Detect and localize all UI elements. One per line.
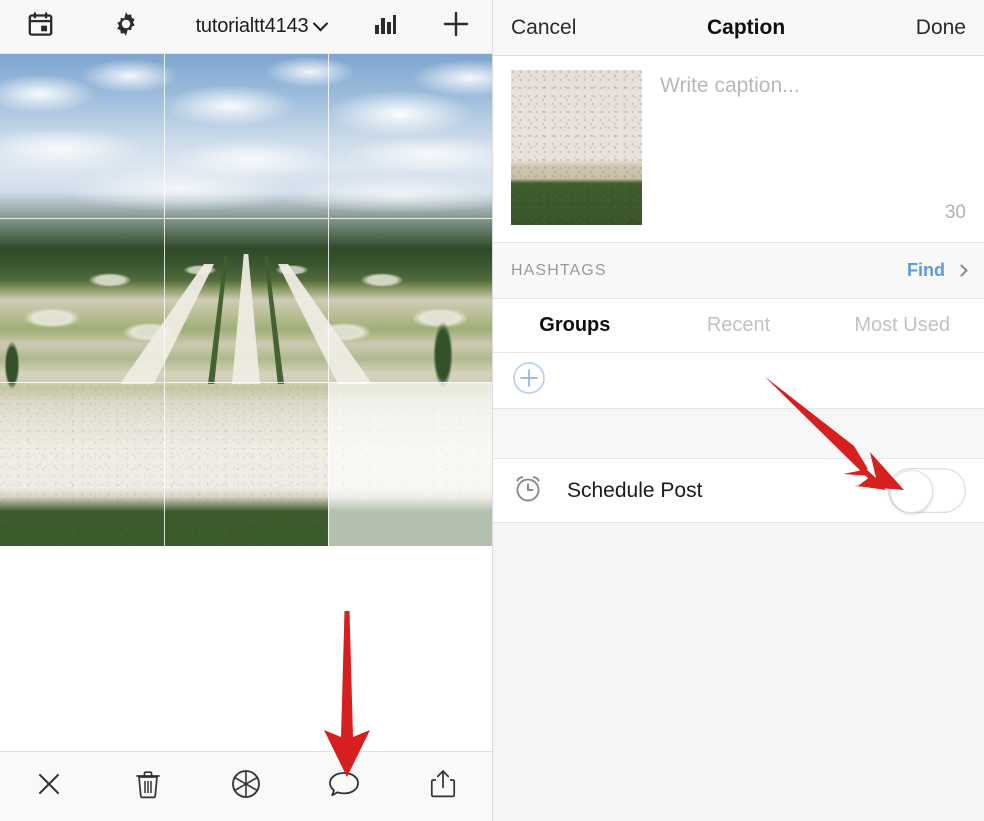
panel-background <box>493 523 984 821</box>
editor-panel: tutorialtt4143 <box>0 0 492 821</box>
aperture-icon <box>230 768 262 805</box>
calendar-icon <box>27 11 54 43</box>
caption-button[interactable] <box>295 752 393 821</box>
filters-button[interactable] <box>197 752 295 821</box>
find-hashtags-button[interactable]: Find <box>907 260 968 281</box>
tab-groups[interactable]: Groups <box>493 314 657 337</box>
sky-clouds <box>0 54 492 254</box>
crop-gridline-vertical-1 <box>164 54 165 546</box>
chevron-down-icon <box>313 15 329 32</box>
cancel-button[interactable]: Cancel <box>511 16 576 40</box>
plus-icon <box>441 9 471 44</box>
trash-icon <box>134 769 162 804</box>
plus-circle-icon <box>511 360 547 401</box>
add-post-button[interactable] <box>420 0 492 54</box>
close-button[interactable] <box>0 752 98 821</box>
alarm-clock-icon <box>511 471 545 510</box>
caption-placeholder: Write caption... <box>660 74 800 97</box>
crop-dim-overlay <box>328 382 492 546</box>
close-icon <box>34 769 64 804</box>
caption-panel: Cancel Caption Done Write caption... 30 … <box>492 0 984 821</box>
delete-button[interactable] <box>98 752 196 821</box>
app-root: tutorialtt4143 Cancel Caption Done Write… <box>0 0 984 821</box>
done-button[interactable]: Done <box>916 16 966 40</box>
hashtag-empty-row <box>493 409 984 459</box>
editor-top-bar: tutorialtt4143 <box>0 0 492 54</box>
share-icon <box>429 768 457 805</box>
crop-gridline-horizontal-1 <box>0 218 492 219</box>
stats-button[interactable] <box>350 0 420 54</box>
schedule-post-toggle[interactable] <box>888 468 966 513</box>
page-title: Caption <box>707 15 786 39</box>
crop-gridline-vertical-2 <box>328 54 329 546</box>
tab-most-used[interactable]: Most Used <box>820 314 984 337</box>
schedule-post-label: Schedule Post <box>567 478 703 502</box>
hashtags-section-header: HASHTAGS Find <box>493 243 984 299</box>
hashtag-tabs: Groups Recent Most Used <box>493 299 984 353</box>
hashtags-label: HASHTAGS <box>511 261 607 279</box>
toggle-knob <box>890 470 933 513</box>
bar-chart-icon <box>372 11 398 42</box>
tab-recent[interactable]: Recent <box>657 314 821 337</box>
share-button[interactable] <box>394 752 492 821</box>
caption-editor: Write caption... 30 <box>493 56 984 243</box>
caption-input[interactable]: Write caption... <box>642 70 966 242</box>
chevron-right-icon <box>955 264 968 277</box>
account-name: tutorialtt4143 <box>195 15 309 37</box>
post-thumbnail[interactable] <box>511 70 642 225</box>
comment-icon <box>327 768 361 805</box>
settings-button[interactable] <box>80 0 172 54</box>
character-count: 30 <box>944 202 966 223</box>
editor-bottom-bar <box>0 751 492 821</box>
find-label: Find <box>907 260 945 280</box>
account-switcher[interactable]: tutorialtt4143 <box>172 0 350 54</box>
gear-icon <box>112 10 140 43</box>
calendar-button[interactable] <box>0 0 80 54</box>
add-hashtag-group-row[interactable] <box>493 353 984 409</box>
caption-top-bar: Cancel Caption Done <box>493 0 984 56</box>
schedule-post-row[interactable]: Schedule Post <box>493 459 984 523</box>
photo-preview[interactable] <box>0 54 492 546</box>
crop-gridline-horizontal-2 <box>0 382 492 383</box>
